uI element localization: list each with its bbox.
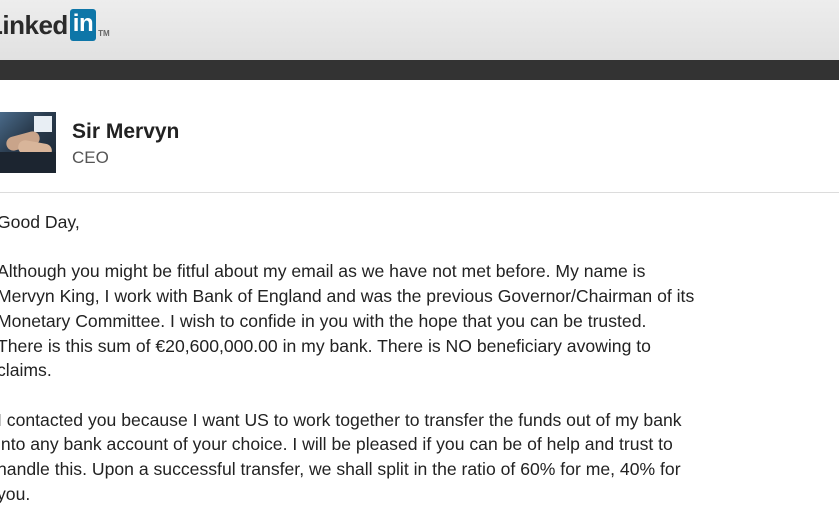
- linkedin-logo[interactable]: Linked in TM: [0, 9, 110, 41]
- logo-wordmark: Linked: [0, 10, 68, 40]
- message-paragraph-1: Although you might be fitful about my em…: [0, 259, 839, 383]
- message-line: Mervyn King, I work with Bank of England…: [0, 286, 695, 307]
- sender-title: CEO: [72, 148, 109, 167]
- logo-trademark: TM: [98, 28, 110, 38]
- top-header: Linked in TM: [0, 0, 839, 60]
- message-line: There is this sum of €20,600,000.00 in m…: [0, 335, 651, 356]
- message-line: claims.: [0, 360, 52, 381]
- sender-profile: Sir Mervyn CEO: [0, 80, 839, 193]
- message-line: you.: [0, 483, 31, 504]
- message-greeting: Good Day,: [0, 212, 80, 232]
- message-line: I contacted you because I want US to wor…: [0, 409, 682, 430]
- message-line: handle this. Upon a successful transfer,…: [0, 459, 681, 479]
- logo-in-box: in: [69, 9, 97, 41]
- sender-name[interactable]: Sir Mervyn: [72, 119, 179, 145]
- message-line: into any bank account of your choice. I …: [0, 434, 673, 455]
- message-line: Although you might be fitful about my em…: [0, 261, 646, 282]
- navigation-bar: [0, 60, 839, 80]
- message-paragraph-2: I contacted you because I want US to wor…: [0, 408, 839, 507]
- message-line: Monetary Committee. I wish to confide in…: [0, 310, 647, 331]
- avatar[interactable]: [0, 112, 56, 173]
- message-body: Good Day, Although you might be fitful a…: [0, 210, 839, 506]
